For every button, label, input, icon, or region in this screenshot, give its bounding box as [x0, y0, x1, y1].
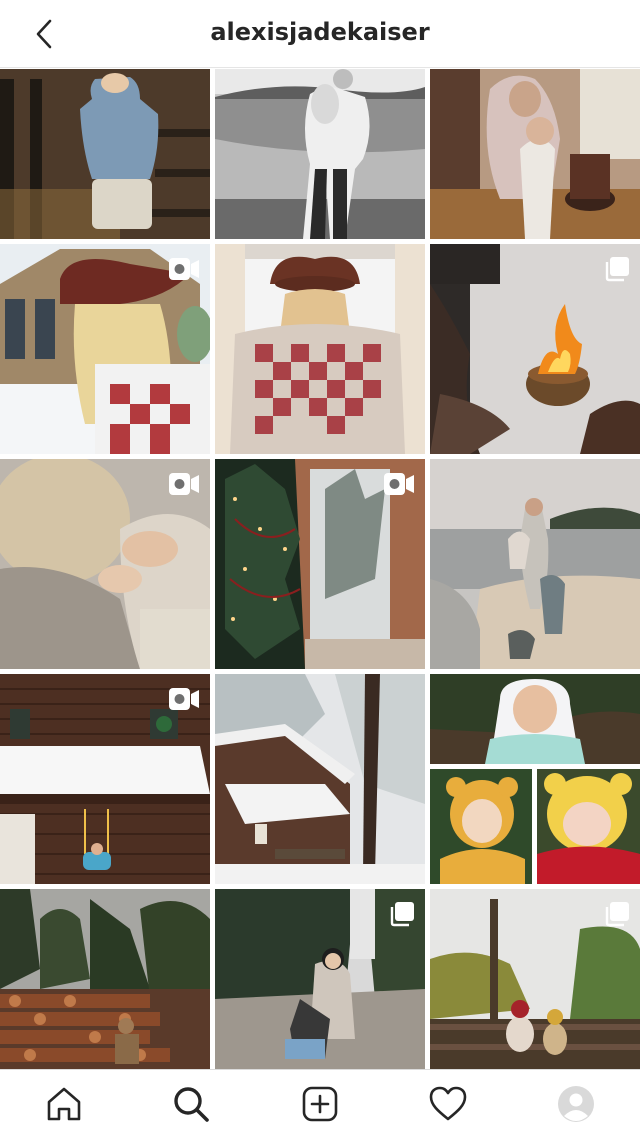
- post-thumbnail[interactable]: [215, 69, 425, 239]
- reel-icon: [169, 688, 199, 710]
- multiple-posts-badge: [389, 901, 415, 931]
- post-thumbnail[interactable]: [0, 674, 210, 884]
- reel-icon: [169, 258, 199, 280]
- tab-profile[interactable]: [556, 1084, 596, 1124]
- tab-search[interactable]: [171, 1084, 211, 1124]
- post-thumbnail[interactable]: [0, 459, 210, 669]
- post-thumbnail[interactable]: [430, 889, 640, 1069]
- post-image: [215, 244, 425, 454]
- post-thumbnail[interactable]: [215, 674, 425, 884]
- post-image: [430, 69, 640, 239]
- posts-grid: [0, 69, 640, 1069]
- heart-icon: [429, 1086, 467, 1121]
- tab-new-post[interactable]: [300, 1084, 340, 1124]
- bottom-tab-bar: [0, 1069, 640, 1138]
- post-thumbnail[interactable]: [430, 69, 640, 239]
- reel-icon: [384, 473, 414, 495]
- post-image: [0, 889, 210, 1069]
- post-image: [430, 459, 640, 669]
- top-bar: alexisjadekaiser: [0, 0, 640, 68]
- reel-icon: [169, 473, 199, 495]
- search-icon: [174, 1087, 209, 1122]
- post-thumbnail[interactable]: [430, 244, 640, 454]
- post-thumbnail[interactable]: [0, 244, 210, 454]
- post-thumbnail[interactable]: [537, 769, 640, 884]
- post-thumbnail[interactable]: [0, 69, 210, 239]
- reel-badge: [168, 471, 200, 501]
- post-thumbnail[interactable]: [215, 244, 425, 454]
- post-thumbnail[interactable]: [430, 674, 640, 764]
- plus-square-icon: [302, 1086, 338, 1122]
- post-thumbnail[interactable]: [0, 889, 210, 1069]
- profile-username: alexisjadekaiser: [210, 18, 430, 46]
- multiple-posts-icon: [390, 902, 414, 927]
- tab-home[interactable]: [44, 1084, 84, 1124]
- multiple-posts-badge: [604, 901, 630, 931]
- post-image: [430, 674, 640, 764]
- post-image: [215, 674, 425, 884]
- post-thumbnail[interactable]: [430, 769, 532, 884]
- multiple-posts-icon: [605, 902, 629, 927]
- post-thumbnail[interactable]: [430, 459, 640, 669]
- reel-badge: [168, 686, 200, 716]
- post-image: [537, 769, 640, 884]
- avatar-icon: [558, 1086, 594, 1122]
- post-image: [0, 69, 210, 239]
- reel-badge: [168, 256, 200, 286]
- post-image: [215, 69, 425, 239]
- post-thumbnail[interactable]: [215, 459, 425, 669]
- reel-badge: [383, 471, 415, 501]
- post-image: [430, 769, 532, 884]
- multiple-posts-icon: [605, 257, 629, 282]
- multiple-posts-badge: [604, 256, 630, 286]
- home-icon: [47, 1087, 81, 1121]
- post-thumbnail[interactable]: [215, 889, 425, 1069]
- tab-activity[interactable]: [428, 1084, 468, 1124]
